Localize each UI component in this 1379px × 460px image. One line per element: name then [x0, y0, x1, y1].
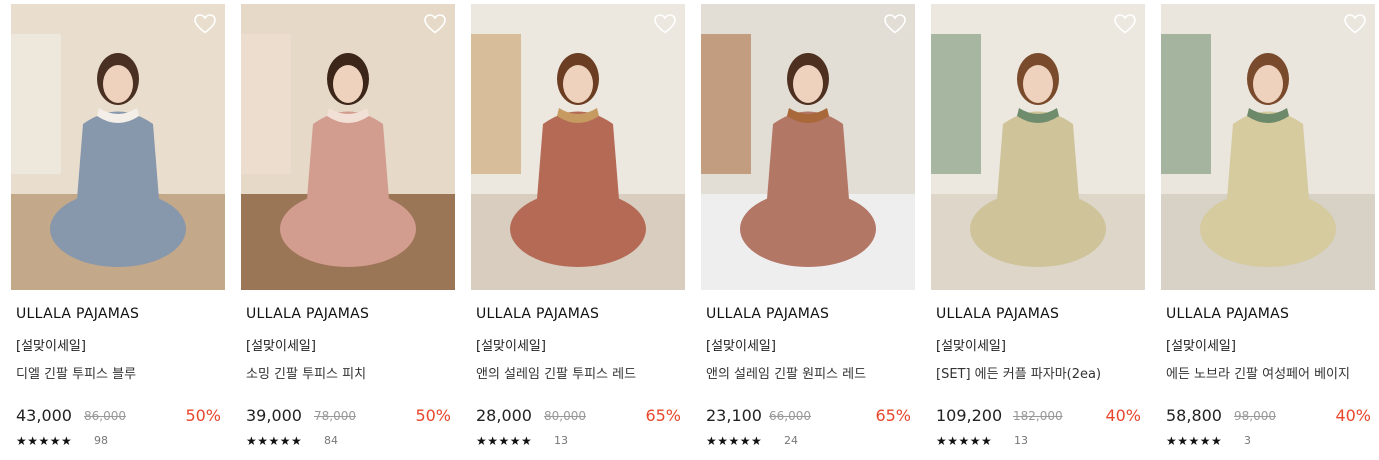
heart-icon[interactable] [1113, 12, 1137, 36]
photo-prop [471, 34, 521, 174]
review-count: 84 [324, 434, 338, 447]
model-body [995, 111, 1081, 224]
heart-icon[interactable] [193, 12, 217, 36]
discount-rate: 65% [875, 406, 911, 425]
brand-name[interactable]: ULLALA PAJAMAS [246, 306, 369, 322]
product-image[interactable] [701, 4, 915, 290]
model-body [535, 111, 621, 224]
product-name[interactable]: 앤의 설레임 긴팔 원피스 레드 [706, 363, 866, 382]
discount-rate: 50% [185, 406, 221, 425]
original-price: 98,000 [1234, 409, 1276, 423]
sale-tag: [설맞이세일] [706, 339, 776, 354]
product-image[interactable] [1161, 4, 1375, 290]
review-count: 98 [94, 434, 108, 447]
product-image[interactable] [931, 4, 1145, 290]
model-body [75, 111, 161, 224]
heart-icon[interactable] [1343, 12, 1367, 36]
heart-icon[interactable] [653, 12, 677, 36]
star-rating: ★★★★★ [706, 434, 763, 448]
review-count: 13 [1014, 434, 1028, 447]
original-price: 182,000 [1013, 409, 1063, 423]
original-price: 78,000 [314, 409, 356, 423]
original-price: 80,000 [544, 409, 586, 423]
brand-name[interactable]: ULLALA PAJAMAS [1166, 306, 1289, 322]
brand-name[interactable]: ULLALA PAJAMAS [936, 306, 1059, 322]
product-card[interactable]: ULLALA PAJAMAS [설맞이세일] 앤의 설레임 긴팔 원피스 레드 … [701, 4, 915, 460]
discount-rate: 65% [645, 406, 681, 425]
model-body [1225, 111, 1311, 224]
product-name[interactable]: 앤의 설레임 긴팔 투피스 레드 [476, 363, 636, 382]
star-rating: ★★★★★ [476, 434, 533, 448]
product-image[interactable] [471, 4, 685, 290]
original-price: 86,000 [84, 409, 126, 423]
product-name[interactable]: 에든 노브라 긴팔 여성페어 베이지 [1166, 363, 1350, 382]
model-face [1023, 65, 1053, 103]
discount-rate: 40% [1335, 406, 1371, 425]
photo-prop [1161, 34, 1211, 174]
product-card[interactable]: ULLALA PAJAMAS [설맞이세일] 소밍 긴팔 투피스 피치 39,0… [241, 4, 455, 460]
brand-name[interactable]: ULLALA PAJAMAS [476, 306, 599, 322]
original-price: 66,000 [769, 409, 811, 423]
photo-prop [701, 34, 751, 174]
sale-tag: [설맞이세일] [936, 339, 1006, 354]
photo-prop [11, 34, 61, 174]
brand-name[interactable]: ULLALA PAJAMAS [16, 306, 139, 322]
sale-tag: [설맞이세일] [246, 339, 316, 354]
product-name[interactable]: 디엘 긴팔 투피스 블루 [16, 363, 136, 382]
sale-price: 58,800 [1166, 406, 1222, 425]
product-image[interactable] [11, 4, 225, 290]
product-name[interactable]: 소밍 긴팔 투피스 피치 [246, 363, 366, 382]
photo-prop [241, 34, 291, 174]
model-body [765, 111, 851, 224]
product-name[interactable]: [SET] 에든 커플 파자마(2ea) [936, 363, 1101, 382]
heart-icon[interactable] [423, 12, 447, 36]
sale-price: 39,000 [246, 406, 302, 425]
model-face [793, 65, 823, 103]
sale-tag: [설맞이세일] [476, 339, 546, 354]
heart-icon[interactable] [883, 12, 907, 36]
star-rating: ★★★★★ [246, 434, 303, 448]
discount-rate: 50% [415, 406, 451, 425]
star-rating: ★★★★★ [1166, 434, 1223, 448]
model-face [563, 65, 593, 103]
sale-tag: [설맞이세일] [1166, 339, 1236, 354]
photo-prop [931, 34, 981, 174]
sale-price: 23,100 [706, 406, 762, 425]
sale-price: 43,000 [16, 406, 72, 425]
model-face [1253, 65, 1283, 103]
model-face [103, 65, 133, 103]
product-image[interactable] [241, 4, 455, 290]
sale-tag: [설맞이세일] [16, 339, 86, 354]
model-face [333, 65, 363, 103]
discount-rate: 40% [1105, 406, 1141, 425]
star-rating: ★★★★★ [936, 434, 993, 448]
review-count: 24 [784, 434, 798, 447]
model-body [305, 111, 391, 224]
product-card[interactable]: ULLALA PAJAMAS [설맞이세일] [SET] 에든 커플 파자마(2… [931, 4, 1145, 460]
star-rating: ★★★★★ [16, 434, 73, 448]
product-grid: ULLALA PAJAMAS [설맞이세일] 디엘 긴팔 투피스 블루 43,0… [0, 0, 1379, 460]
brand-name[interactable]: ULLALA PAJAMAS [706, 306, 829, 322]
sale-price: 28,000 [476, 406, 532, 425]
product-card[interactable]: ULLALA PAJAMAS [설맞이세일] 앤의 설레임 긴팔 투피스 레드 … [471, 4, 685, 460]
product-card[interactable]: ULLALA PAJAMAS [설맞이세일] 에든 노브라 긴팔 여성페어 베이… [1161, 4, 1375, 460]
sale-price: 109,200 [936, 406, 1003, 425]
review-count: 3 [1244, 434, 1251, 447]
review-count: 13 [554, 434, 568, 447]
product-card[interactable]: ULLALA PAJAMAS [설맞이세일] 디엘 긴팔 투피스 블루 43,0… [11, 4, 225, 460]
